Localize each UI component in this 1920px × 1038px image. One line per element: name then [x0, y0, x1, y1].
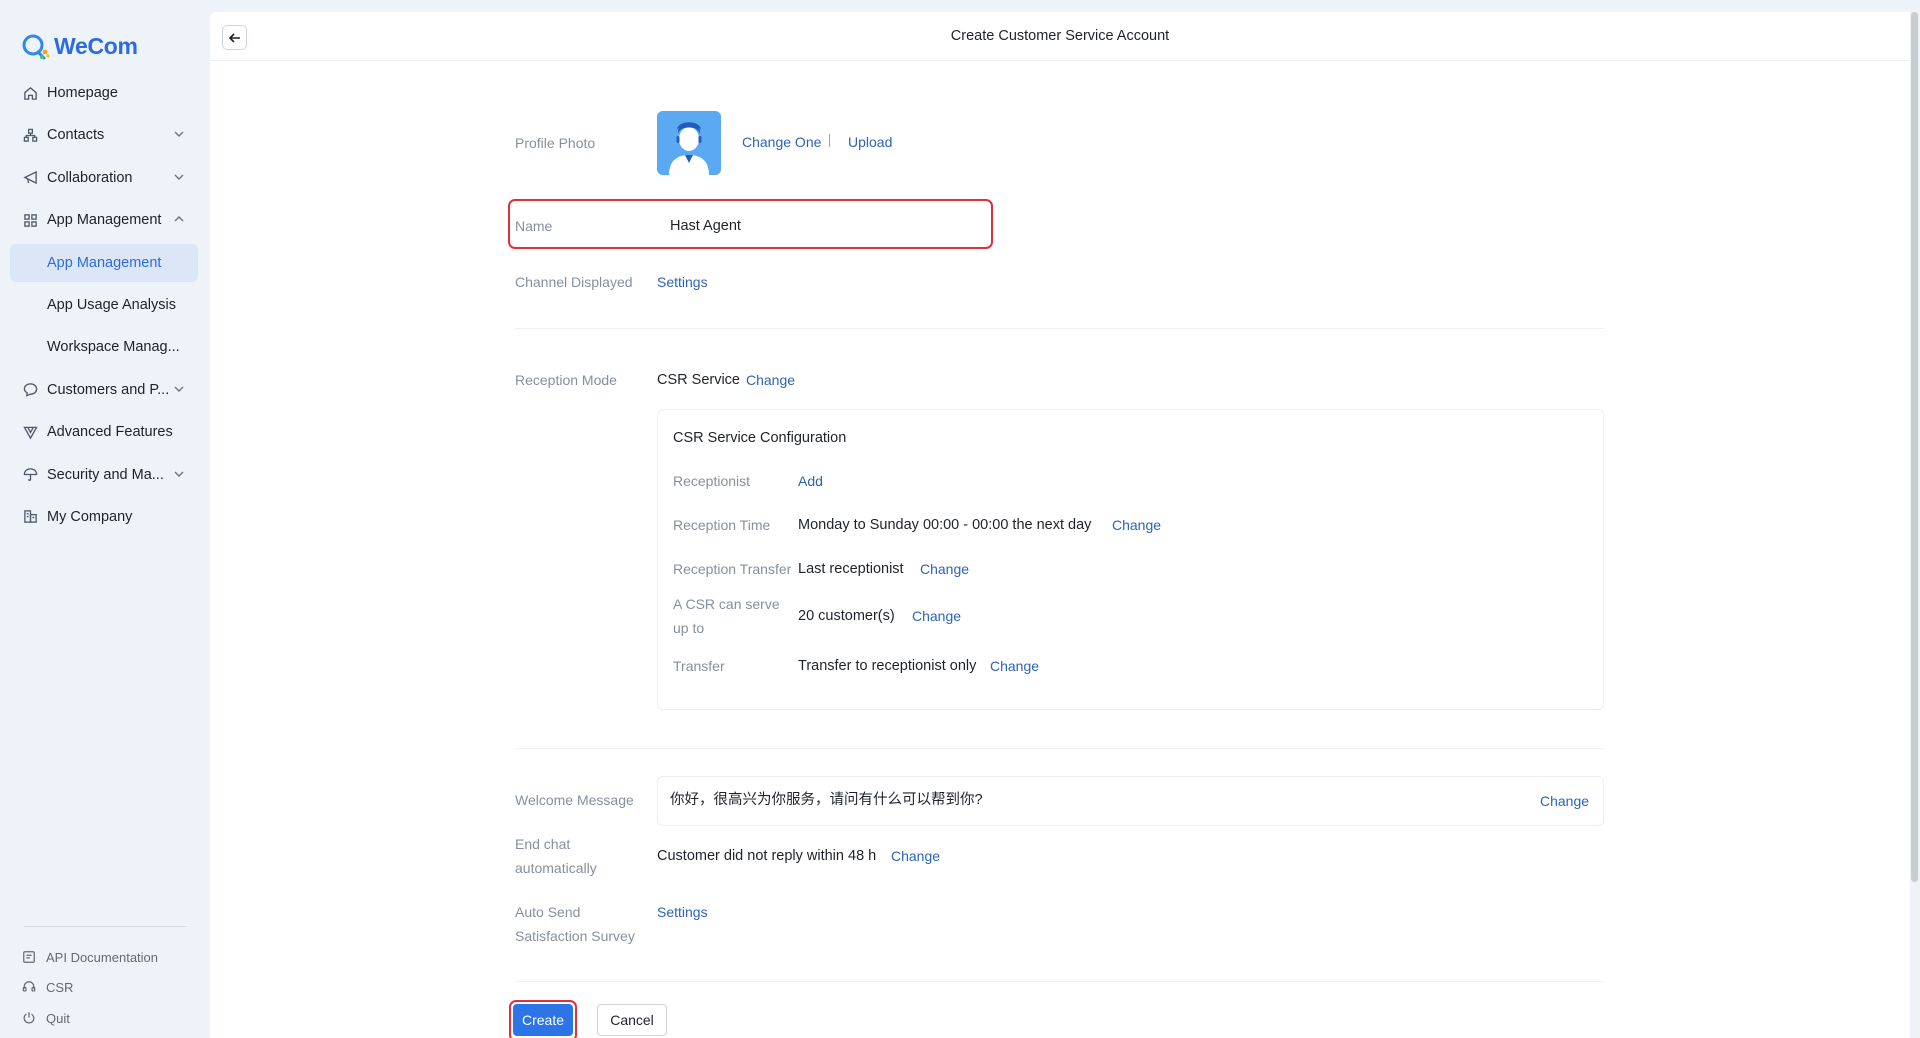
chevron-up-icon	[174, 216, 184, 222]
sidebar-subitem-app-management[interactable]: App Management	[10, 243, 198, 282]
end-chat-label-line2: automatically	[515, 860, 597, 876]
welcome-message-change-link[interactable]: Change	[1540, 789, 1589, 813]
sidebar-bottom-label: CSR	[46, 980, 74, 996]
sidebar-item-homepage[interactable]: Homepage	[10, 74, 198, 112]
transfer-label: Transfer	[673, 658, 725, 674]
sidebar-item-label: App Usage Analysis	[47, 296, 176, 313]
sidebar-item-label: Security and Ma...	[47, 466, 164, 483]
sidebar-item-contacts[interactable]: Contacts	[10, 116, 198, 154]
section-divider	[515, 748, 1604, 749]
apps-grid-icon	[22, 212, 38, 228]
create-highlight-box	[509, 1000, 577, 1038]
wecom-logo-icon	[22, 34, 50, 60]
welcome-message-label: Welcome Message	[515, 792, 634, 808]
sidebar-link-quit[interactable]: Quit	[22, 1003, 158, 1034]
sidebar-nav: Homepage Contacts Collaboration App Mana…	[10, 74, 198, 540]
reception-mode-value: CSR Service	[657, 372, 740, 388]
section-divider	[515, 981, 1604, 982]
main-panel: Create Customer Service Account Profile …	[210, 12, 1910, 1038]
chat-bubble-icon	[22, 382, 38, 398]
photo-links-separator	[829, 134, 830, 147]
survey-label-line1: Auto Send	[515, 904, 581, 920]
page-scrollbar[interactable]	[1911, 12, 1918, 882]
sidebar: WeCom Homepage Contacts Collaboration Ap…	[0, 0, 210, 1038]
sidebar-link-api-documentation[interactable]: API Documentation	[22, 942, 158, 973]
advanced-icon	[22, 424, 38, 440]
cancel-button[interactable]: Cancel	[597, 1004, 667, 1036]
sidebar-item-label: Contacts	[47, 127, 105, 144]
top-bar: Create Customer Service Account	[210, 12, 1910, 61]
receptionist-label: Receptionist	[673, 473, 751, 489]
collaboration-icon	[22, 170, 38, 186]
sidebar-item-label: Workspace Manag...	[47, 339, 180, 356]
sidebar-divider	[24, 926, 187, 927]
umbrella-icon	[22, 467, 38, 483]
section-divider	[515, 328, 1604, 329]
end-chat-value: Customer did not reply within 48 h	[657, 848, 877, 864]
reception-mode-label: Reception Mode	[515, 372, 617, 388]
reception-time-value: Monday to Sunday 00:00 - 00:00 the next …	[798, 517, 1092, 533]
headset-icon	[22, 980, 37, 995]
sidebar-item-security[interactable]: Security and Ma...	[10, 456, 198, 494]
upload-photo-link[interactable]: Upload	[848, 130, 892, 154]
end-chat-label-line1: End chat	[515, 836, 571, 852]
transfer-change-link[interactable]: Change	[990, 654, 1039, 678]
sidebar-bottom-label: API Documentation	[46, 949, 159, 965]
sidebar-item-label: Homepage	[47, 85, 118, 101]
chevron-down-icon	[174, 174, 184, 180]
end-chat-change-link[interactable]: Change	[891, 844, 940, 868]
sidebar-subitem-app-usage-analysis[interactable]: App Usage Analysis	[10, 286, 198, 324]
name-highlight-box	[508, 199, 993, 249]
sidebar-item-advanced-features[interactable]: Advanced Features	[10, 413, 198, 451]
chevron-down-icon	[174, 471, 184, 477]
sidebar-subitem-workspace-management[interactable]: Workspace Manag...	[10, 328, 198, 366]
contacts-icon	[22, 127, 38, 143]
profile-photo-label: Profile Photo	[515, 135, 596, 151]
reception-mode-change-link[interactable]: Change	[746, 368, 795, 392]
serve-up-to-value: 20 customer(s)	[798, 608, 895, 624]
sidebar-item-customers[interactable]: Customers and P...	[10, 371, 198, 409]
change-photo-link[interactable]: Change One	[742, 130, 821, 154]
reception-transfer-value: Last receptionist	[798, 561, 904, 577]
serve-up-to-label-line1: A CSR can serve	[673, 596, 780, 612]
power-icon	[22, 1011, 37, 1026]
sidebar-item-label: App Management	[47, 254, 162, 271]
profile-photo-avatar[interactable]	[657, 111, 721, 175]
transfer-value: Transfer to receptionist only	[798, 658, 977, 674]
wecom-logo[interactable]: WeCom	[20, 32, 138, 60]
serve-up-to-label-line2: up to	[673, 620, 705, 636]
sidebar-item-label: Advanced Features	[47, 424, 173, 441]
reception-time-change-link[interactable]: Change	[1112, 513, 1161, 537]
chevron-down-icon	[174, 386, 184, 392]
sidebar-link-csr[interactable]: CSR	[22, 973, 158, 1004]
sidebar-item-label: Collaboration	[47, 169, 133, 186]
survey-label-line2: Satisfaction Survey	[515, 928, 635, 944]
channel-displayed-label: Channel Displayed	[515, 274, 633, 290]
chevron-down-icon	[174, 131, 184, 138]
home-icon	[22, 85, 38, 101]
csr-config-title: CSR Service Configuration	[673, 430, 847, 446]
logo-text: WeCom	[54, 32, 138, 59]
reception-transfer-change-link[interactable]: Change	[920, 557, 969, 581]
reception-time-label: Reception Time	[673, 517, 771, 533]
sidebar-bottom-label: Quit	[46, 1010, 70, 1026]
company-icon	[22, 509, 38, 525]
serve-up-to-change-link[interactable]: Change	[912, 604, 961, 628]
sidebar-item-label: My Company	[47, 508, 133, 525]
sidebar-item-app-management[interactable]: App Management	[10, 201, 198, 239]
agent-avatar-icon	[657, 111, 721, 175]
sidebar-item-label: App Management	[47, 212, 162, 229]
sidebar-bottom-nav: API Documentation CSR Quit	[22, 942, 158, 1034]
page-title: Create Customer Service Account	[950, 28, 1170, 44]
survey-settings-link[interactable]: Settings	[657, 900, 708, 924]
add-receptionist-link[interactable]: Add	[798, 469, 823, 493]
reception-transfer-label: Reception Transfer	[673, 561, 792, 577]
sidebar-item-collaboration[interactable]: Collaboration	[10, 159, 198, 197]
sidebar-item-my-company[interactable]: My Company	[10, 498, 198, 536]
channel-settings-link[interactable]: Settings	[657, 270, 708, 294]
sidebar-item-label: Customers and P...	[47, 381, 170, 398]
welcome-message-text: 你好，很高兴为你服务，请问有什么可以帮到你?	[670, 792, 983, 808]
document-icon	[22, 950, 37, 965]
